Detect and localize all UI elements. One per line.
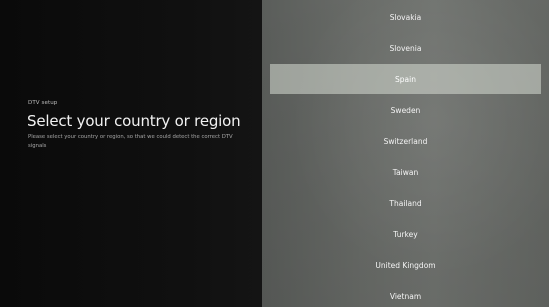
country-item-taiwan[interactable]: Taiwan (262, 157, 549, 187)
country-item-slovenia[interactable]: Slovenia (262, 33, 549, 63)
country-item-united-kingdom[interactable]: United Kingdom (262, 250, 549, 280)
country-item-thailand[interactable]: Thailand (262, 188, 549, 218)
country-item-vietnam[interactable]: Vietnam (262, 281, 549, 307)
country-item-spain[interactable]: Spain (270, 64, 541, 94)
country-list-panel[interactable]: Slovakia Slovenia Spain Sweden Switzerla… (262, 0, 549, 307)
page-description: Please select your country or region, so… (28, 134, 233, 149)
country-list[interactable]: Slovakia Slovenia Spain Sweden Switzerla… (262, 0, 549, 307)
country-item-sweden[interactable]: Sweden (262, 95, 549, 125)
page-title: Select your country or region (27, 112, 241, 130)
dtv-setup-screen: DTV setup Select your country or region … (0, 0, 549, 307)
setup-info-panel: DTV setup Select your country or region … (0, 0, 262, 307)
setup-step-label: DTV setup (28, 100, 58, 106)
country-item-slovakia[interactable]: Slovakia (262, 2, 549, 32)
country-item-turkey[interactable]: Turkey (262, 219, 549, 249)
country-item-switzerland[interactable]: Switzerland (262, 126, 549, 156)
